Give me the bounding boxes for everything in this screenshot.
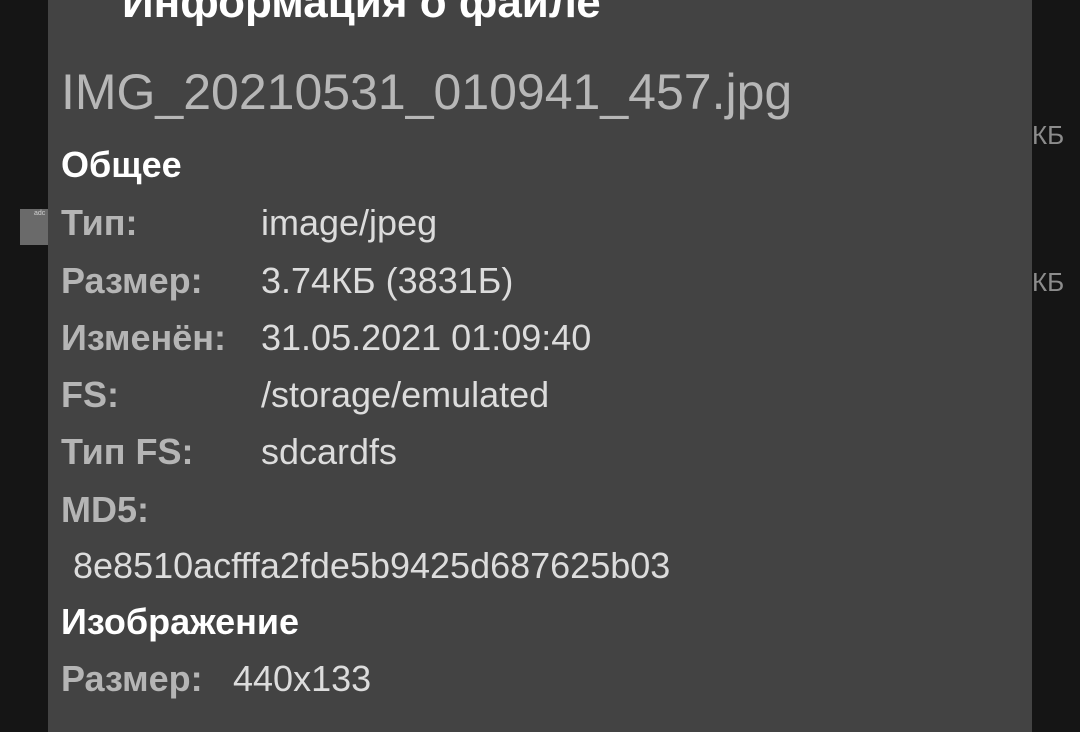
type-label: Тип: — [61, 202, 138, 243]
image-size-label: Размер: — [61, 658, 203, 699]
file-name: IMG_20210531_010941_457.jpg — [61, 64, 793, 120]
file-thumbnail[interactable]: adc — [20, 209, 48, 245]
dialog-title: Информация о файле — [122, 0, 601, 27]
file-size-partial: КБ — [1032, 267, 1065, 297]
section-general-heading: Общее — [61, 144, 182, 185]
md5-value: 8e8510acfffa2fde5b9425d687625b03 — [73, 545, 671, 586]
fs-type-label: Тип FS: — [61, 431, 194, 472]
file-info-dialog: Информация о файле IMG_20210531_010941_4… — [48, 0, 1032, 732]
fs-type-value: sdcardfs — [261, 431, 398, 472]
type-value: image/jpeg — [261, 202, 438, 243]
modified-label: Изменён: — [61, 317, 227, 358]
size-value: 3.74КБ (3831Б) — [261, 260, 514, 301]
file-thumbnail-text: adc — [34, 210, 46, 217]
size-label: Размер: — [61, 260, 203, 301]
fs-label: FS: — [61, 374, 119, 415]
image-size-value: 440x133 — [233, 658, 372, 699]
file-size-partial: КБ — [1032, 120, 1065, 150]
fs-value: /storage/emulated — [261, 374, 550, 415]
md5-label: MD5: — [61, 489, 149, 530]
modified-value: 31.05.2021 01:09:40 — [261, 317, 592, 358]
section-image-heading: Изображение — [61, 601, 300, 642]
